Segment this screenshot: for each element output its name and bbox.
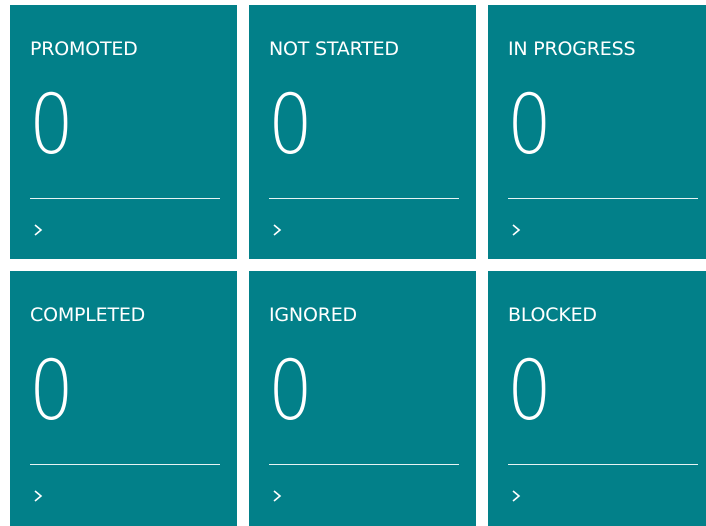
tile-label: NOT STARTED [269, 38, 399, 60]
chevron-right-icon[interactable] [32, 489, 44, 503]
tile-count: 0 [507, 344, 552, 439]
chevron-right-icon[interactable] [32, 223, 44, 237]
tile-label: PROMOTED [30, 38, 138, 60]
tile-label: IGNORED [269, 304, 357, 326]
tile-count: 0 [268, 78, 313, 173]
tile-in-progress[interactable]: IN PROGRESS 0 [488, 5, 706, 259]
chevron-right-icon[interactable] [271, 489, 283, 503]
tile-count: 0 [29, 78, 74, 173]
tile-divider [269, 464, 459, 465]
tile-divider [30, 198, 220, 199]
tile-divider [269, 198, 459, 199]
tile-count: 0 [507, 78, 552, 173]
tile-label: COMPLETED [30, 304, 146, 326]
tile-not-started[interactable]: NOT STARTED 0 [249, 5, 476, 259]
tile-promoted[interactable]: PROMOTED 0 [10, 5, 237, 259]
tile-divider [508, 198, 698, 199]
tile-label: BLOCKED [508, 304, 597, 326]
tile-blocked[interactable]: BLOCKED 0 [488, 271, 706, 526]
tile-divider [30, 464, 220, 465]
tile-completed[interactable]: COMPLETED 0 [10, 271, 237, 526]
chevron-right-icon[interactable] [510, 489, 522, 503]
tile-count: 0 [29, 344, 74, 439]
chevron-right-icon[interactable] [271, 223, 283, 237]
tile-divider [508, 464, 698, 465]
tile-count: 0 [268, 344, 313, 439]
tile-label: IN PROGRESS [508, 38, 636, 60]
tile-ignored[interactable]: IGNORED 0 [249, 271, 476, 526]
chevron-right-icon[interactable] [510, 223, 522, 237]
